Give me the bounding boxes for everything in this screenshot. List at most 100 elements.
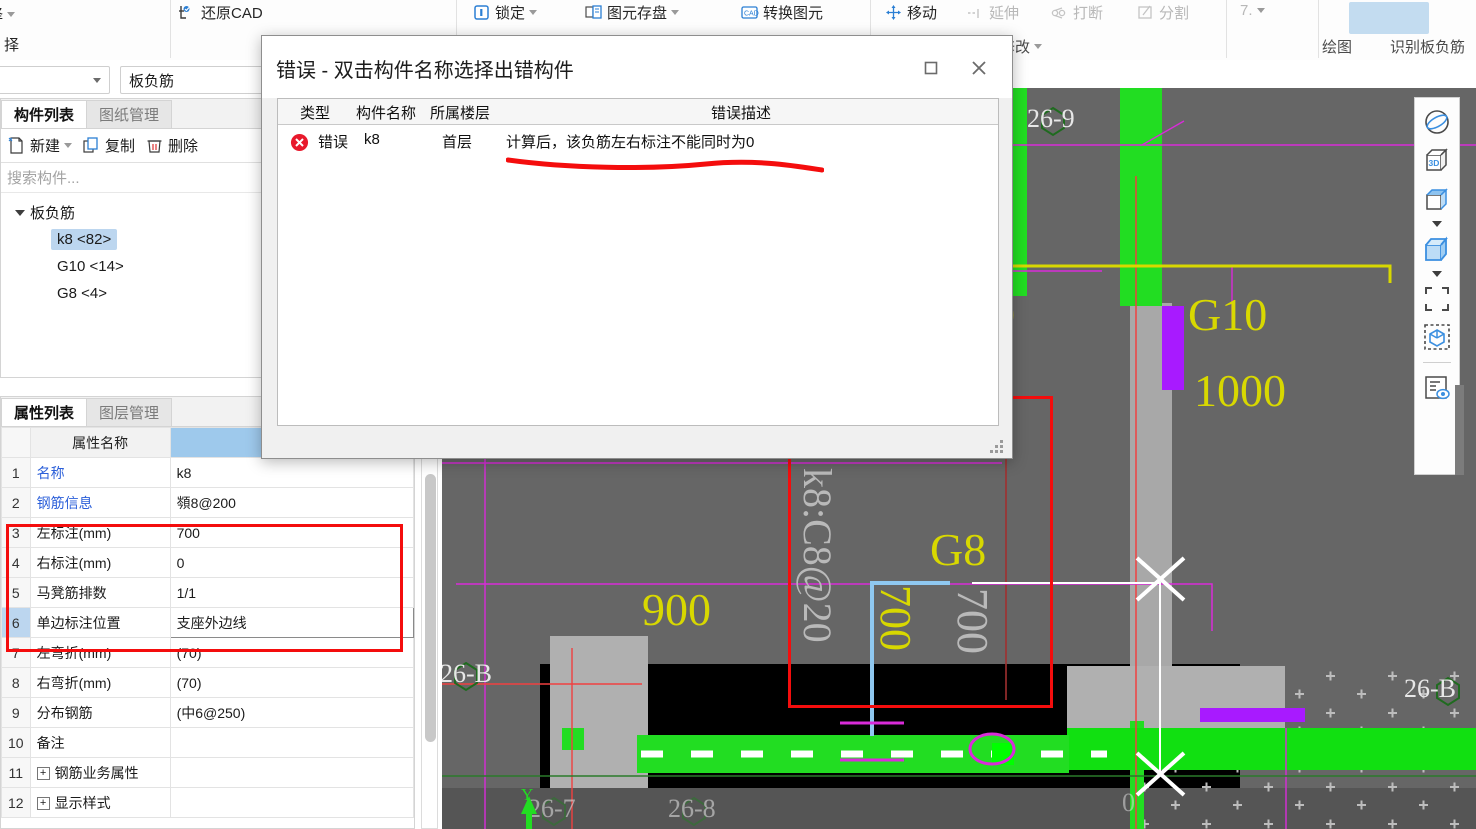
row-index: 3 xyxy=(1,517,31,548)
cube-filled-icon[interactable] xyxy=(1420,232,1454,266)
tab-component-list[interactable]: 构件列表 xyxy=(1,100,88,128)
identify-slab-rebar-button[interactable] xyxy=(1349,2,1429,34)
ribbon-split-button[interactable]: 分割 xyxy=(1136,2,1189,23)
error-circle-icon xyxy=(290,133,309,152)
error-row[interactable]: 错误 k8 首层 计算后，该负筋左右标注不能同时为0 xyxy=(278,125,998,173)
row-value[interactable]: 1/1 xyxy=(169,577,415,608)
table-row[interactable]: 8 右弯折(mm) (70) xyxy=(1,667,415,698)
cube-3d-icon[interactable]: 3D xyxy=(1420,144,1454,178)
expand-plus-icon[interactable]: + xyxy=(36,767,50,781)
row-value[interactable]: (70) xyxy=(169,667,415,698)
row-value[interactable] xyxy=(169,727,415,758)
ribbon-lock-button[interactable]: 锁定 xyxy=(472,2,538,23)
tab-drawing-management[interactable]: 图纸管理 xyxy=(86,100,173,128)
row-name[interactable]: + 钢筋业务属性 xyxy=(29,757,171,788)
cad-label-g10: G10 xyxy=(1188,289,1268,340)
row-name: 右弯折(mm) xyxy=(29,667,171,698)
table-row[interactable]: 2 钢筋信息 䫈8@200 xyxy=(1,487,415,518)
ucs-axis-gizmo: Y X xyxy=(521,785,537,829)
new-component-button[interactable]: 新建 xyxy=(7,135,73,156)
layer-visibility-icon[interactable] xyxy=(1420,371,1454,405)
ribbon-select-button[interactable]: 择 xyxy=(0,4,16,25)
close-icon[interactable] xyxy=(964,54,994,82)
ribbon-save-element-button[interactable]: 图元存盘 xyxy=(584,2,680,23)
table-row[interactable]: 1 名称 k8 xyxy=(1,457,415,488)
error-dialog[interactable]: 错误 - 双击构件名称选择出错构件 类型 构件名称 所属楼层 错误描述 错误 k… xyxy=(261,35,1013,459)
maximize-icon[interactable] xyxy=(916,54,946,82)
selection-frame-icon[interactable] xyxy=(1420,282,1454,316)
ribbon-break-label: 打断 xyxy=(1073,5,1104,22)
ribbon-move-button[interactable]: 移动 xyxy=(884,2,937,23)
delete-component-button[interactable]: 删除 xyxy=(145,135,198,156)
row-index: 6 xyxy=(1,607,31,638)
chevron-down-icon[interactable] xyxy=(64,143,73,148)
error-row-floor: 首层 xyxy=(442,134,473,151)
table-row[interactable]: 11 + 钢筋业务属性 xyxy=(1,757,415,788)
table-row[interactable]: 10 备注 xyxy=(1,727,415,758)
canvas-vertical-scrollbar[interactable] xyxy=(1455,385,1464,475)
row-index: 1 xyxy=(1,457,31,488)
table-row[interactable]: 12 + 显示样式 xyxy=(1,787,415,818)
axis-label-26-b-right: 26-B xyxy=(1404,674,1456,703)
expand-plus-icon[interactable]: + xyxy=(36,797,50,811)
dialog-title-bar[interactable]: 错误 - 双击构件名称选择出错构件 xyxy=(262,36,1012,98)
tab-property-list[interactable]: 属性列表 xyxy=(1,398,88,426)
table-row[interactable]: 7 左弯折(mm) (70) xyxy=(1,637,415,668)
triangle-down-icon[interactable] xyxy=(15,209,25,216)
row-index: 11 xyxy=(1,757,31,788)
row-value[interactable]: (70) xyxy=(169,637,415,668)
chevron-down-icon[interactable] xyxy=(7,12,16,17)
row-value[interactable]: k8 xyxy=(169,457,415,488)
orbit-icon[interactable] xyxy=(1420,106,1454,140)
row-value[interactable] xyxy=(169,757,415,788)
row-value[interactable]: 0 xyxy=(169,547,415,578)
cube-outline-icon[interactable] xyxy=(1420,182,1454,216)
ribbon-group-identify-slab-rebar: 识别板负筋 xyxy=(1390,39,1466,56)
row-value[interactable] xyxy=(169,787,415,818)
chevron-down-icon[interactable] xyxy=(1432,221,1442,227)
dialog-footer xyxy=(262,429,1012,458)
cad-label-700-gray: 700 xyxy=(948,588,997,654)
split-icon xyxy=(1136,3,1155,22)
axis-label-26-b: 26-B xyxy=(442,659,492,688)
ribbon-misc-button[interactable]: 7. xyxy=(1240,2,1265,19)
chevron-down-icon[interactable] xyxy=(93,78,101,83)
row-value[interactable]: 䫈8@200 xyxy=(169,487,415,518)
table-row[interactable]: 3 左标注(mm) 700 xyxy=(1,517,415,548)
table-row-selected[interactable]: 6 单边标注位置 支座外边线 xyxy=(1,607,415,638)
scrollbar-thumb[interactable] xyxy=(425,474,436,742)
resize-grip-icon[interactable] xyxy=(990,438,1006,454)
cad-label-700-yellow: 700 xyxy=(871,585,920,651)
ribbon-break-button[interactable]: 打断 xyxy=(1050,2,1103,23)
row-index: 4 xyxy=(1,547,31,578)
copy-component-button[interactable]: 复制 xyxy=(82,135,135,156)
row-name: 右标注(mm) xyxy=(29,547,171,578)
component-filter-combo[interactable] xyxy=(0,66,110,94)
chevron-down-icon[interactable] xyxy=(1256,8,1265,13)
dialog-title: 错误 - 双击构件名称选择出错构件 xyxy=(276,60,574,82)
ribbon-restore-cad-button[interactable]: 还原CAD xyxy=(178,2,263,23)
left-panel-scrollbar[interactable] xyxy=(421,443,438,829)
tab-layer-management[interactable]: 图层管理 xyxy=(86,398,173,426)
chevron-down-icon[interactable] xyxy=(529,10,538,15)
ribbon-extend-button[interactable]: 延伸 xyxy=(966,2,1019,23)
ribbon-convert-element-button[interactable]: CAD 转换图元 xyxy=(740,2,823,23)
chevron-down-icon[interactable] xyxy=(1432,271,1442,277)
row-value-editing[interactable]: 支座外边线 xyxy=(169,607,415,638)
table-row[interactable]: 4 右标注(mm) 0 xyxy=(1,547,415,578)
row-value[interactable]: (中6@250) xyxy=(169,697,415,728)
table-row[interactable]: 5 马凳筋排数 1/1 xyxy=(1,577,415,608)
chevron-down-icon[interactable] xyxy=(1034,44,1043,49)
row-name: 名称 xyxy=(29,457,171,488)
svg-text:Y: Y xyxy=(521,785,533,804)
row-value[interactable]: 700 xyxy=(169,517,415,548)
table-row[interactable]: 9 分布钢筋 (中6@250) xyxy=(1,697,415,728)
ribbon-misc-label: 7. xyxy=(1240,2,1253,19)
ribbon-restore-cad-label: 还原CAD xyxy=(201,5,263,22)
chevron-down-icon[interactable] xyxy=(671,10,680,15)
row-index: 12 xyxy=(1,787,31,818)
row-name[interactable]: + 显示样式 xyxy=(29,787,171,818)
row-index: 2 xyxy=(1,487,31,518)
application-window: 择 择 还原CAD 图纸操作 xyxy=(0,0,1476,829)
cube-dashed-icon[interactable] xyxy=(1420,320,1454,354)
